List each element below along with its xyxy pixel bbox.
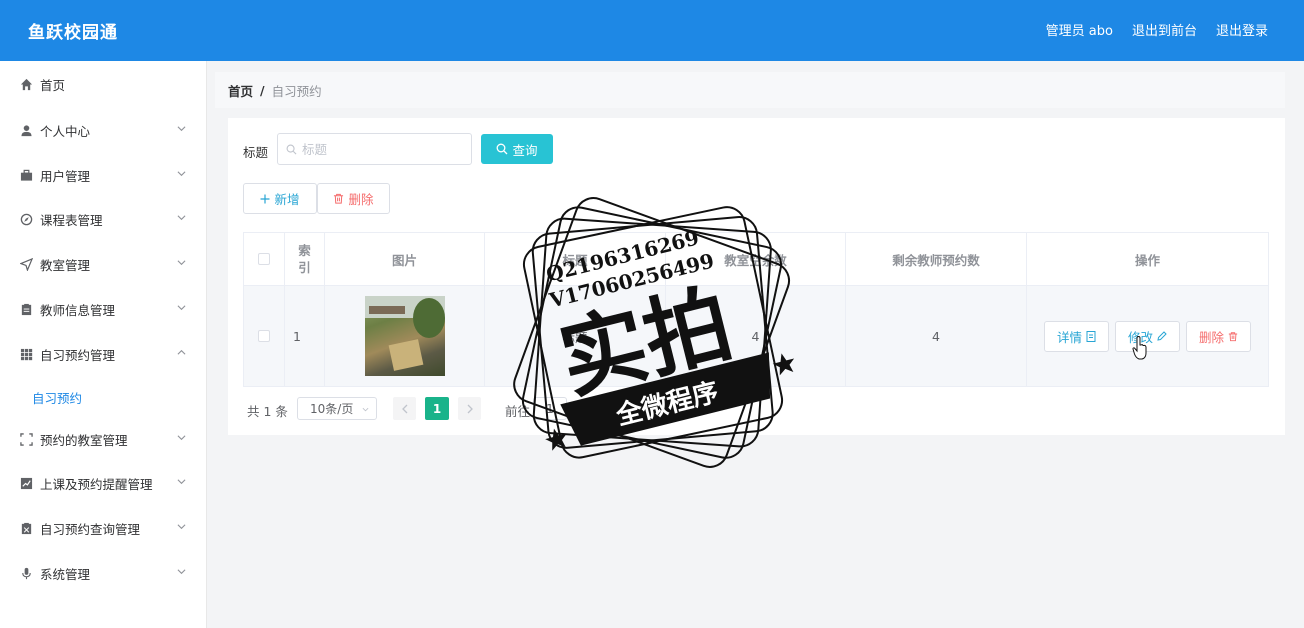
detail-button[interactable]: 详情 <box>1044 320 1109 352</box>
column-header-operations: 操作 <box>1134 252 1160 268</box>
sidebar-item-label: 课程表管理 <box>40 212 103 228</box>
chevron-down-icon <box>177 524 186 530</box>
search-icon <box>286 144 297 154</box>
grid-icon <box>19 347 33 361</box>
chevron-down-icon <box>177 126 186 132</box>
sidebar-item-home[interactable]: 首页 <box>0 69 207 99</box>
user-icon <box>19 123 33 137</box>
sidebar-item-label: 自习预约查询管理 <box>40 521 141 537</box>
search-label: 标题 <box>243 145 269 160</box>
column-header-teacher-remaining: 剩余教师预约数 <box>846 233 1027 285</box>
column-header-index: 索引 <box>285 233 325 285</box>
sidebar-item-booked-classroom[interactable]: 预约的教室管理 <box>0 424 207 454</box>
search-icon <box>497 143 508 155</box>
watermark-stamp: Q2196316269 V17060256499 实拍 全微程序 <box>513 197 795 468</box>
add-button-label: 新增 <box>274 192 300 207</box>
row-checkbox[interactable] <box>258 330 270 342</box>
row-delete-button[interactable]: 删除 <box>1186 320 1251 352</box>
header-select-all <box>244 233 285 285</box>
search-input-wrapper[interactable] <box>277 133 472 165</box>
breadcrumb-home[interactable]: 首页 <box>228 81 253 100</box>
chevron-right-icon <box>467 404 473 413</box>
sidebar-item-label: 首页 <box>40 77 66 93</box>
brand-title: 鱼跃校园通 <box>28 23 118 43</box>
sidebar-item-personal[interactable]: 个人中心 <box>0 115 207 145</box>
sidebar-item-booking-query[interactable]: 自习预约查询管理 <box>0 513 207 543</box>
plus-icon <box>260 194 270 203</box>
chevron-down-icon <box>177 171 186 177</box>
row-select <box>244 286 285 386</box>
detail-button-label: 详情 <box>1056 329 1082 345</box>
clipboard-icon <box>19 521 33 535</box>
cell-index: 1 <box>285 286 325 386</box>
sidebar-item-reminder[interactable]: 上课及预约提醒管理 <box>0 468 207 498</box>
pagination-total: 共 1 条 <box>247 404 288 419</box>
chevron-down-icon <box>177 260 186 266</box>
sidebar-item-classroom[interactable]: 教室管理 <box>0 249 207 279</box>
hand-pointer-icon <box>1132 336 1147 360</box>
page-size-value: 10条/页 <box>310 402 354 416</box>
header-links: 管理员 abo 退出到前台 退出登录 <box>1046 20 1268 39</box>
logout-link[interactable]: 退出登录 <box>1216 20 1268 39</box>
query-button[interactable]: 查询 <box>481 134 553 164</box>
prev-page-button[interactable] <box>393 397 416 420</box>
page-size-select[interactable]: 10条/页 <box>297 397 377 420</box>
trash-icon <box>1228 331 1238 341</box>
submenu-item-study-booking[interactable]: 自习预约 <box>32 388 82 407</box>
query-button-label: 查询 <box>512 142 538 158</box>
sidebar-item-teacher[interactable]: 教师信息管理 <box>0 294 207 324</box>
sidebar-item-system[interactable]: 系统管理 <box>0 558 207 588</box>
chevron-left-icon <box>401 404 407 413</box>
row-delete-label: 删除 <box>1198 329 1224 345</box>
sidebar-item-label: 上课及预约提醒管理 <box>40 476 153 492</box>
home-icon <box>19 77 33 91</box>
mic-icon <box>19 566 33 580</box>
pencil-icon <box>1157 331 1167 341</box>
briefcase-icon <box>19 168 33 182</box>
search-input[interactable] <box>302 141 462 157</box>
page-number-current[interactable]: 1 <box>425 397 449 420</box>
compass-icon <box>19 212 33 226</box>
sidebar-item-label: 系统管理 <box>40 566 91 582</box>
star-icon <box>772 353 795 376</box>
admin-user-label[interactable]: 管理员 abo <box>1046 20 1113 39</box>
chevron-down-icon <box>362 407 369 412</box>
sidebar-item-users[interactable]: 用户管理 <box>0 160 207 190</box>
clipboard-icon <box>19 302 33 316</box>
exit-to-front-link[interactable]: 退出到前台 <box>1132 20 1197 39</box>
cell-teacher-remaining: 4 <box>846 286 1027 386</box>
chevron-down-icon <box>177 305 186 311</box>
cell-image <box>325 286 485 386</box>
sidebar-item-label: 预约的教室管理 <box>40 432 128 448</box>
send-icon <box>19 257 33 271</box>
sidebar-item-label: 自习预约管理 <box>40 347 116 363</box>
add-button[interactable]: 新增 <box>243 183 317 214</box>
select-all-checkbox[interactable] <box>258 253 270 265</box>
sidebar: 首页 个人中心 用户管理 课程表管理 教室管理 教师信息管理 自习预约管理 自习… <box>0 61 207 628</box>
batch-delete-button[interactable]: 删除 <box>317 183 390 214</box>
top-header: 鱼跃校园通 管理员 abo 退出到前台 退出登录 <box>0 0 1304 61</box>
next-page-button[interactable] <box>458 397 481 420</box>
breadcrumb-separator: / <box>260 82 265 98</box>
batch-delete-label: 删除 <box>348 192 374 207</box>
breadcrumb: 首页 / 自习预约 <box>215 72 1285 108</box>
sidebar-item-label: 个人中心 <box>40 123 91 139</box>
sidebar-item-label: 用户管理 <box>40 168 91 184</box>
fullscreen-icon <box>19 432 33 446</box>
chevron-down-icon <box>177 435 186 441</box>
row-thumbnail-image[interactable] <box>364 296 445 376</box>
chevron-down-icon <box>177 479 186 485</box>
breadcrumb-current: 自习预约 <box>271 83 322 99</box>
sidebar-item-label: 教室管理 <box>40 257 91 273</box>
sidebar-item-label: 教师信息管理 <box>40 302 116 318</box>
chevron-down-icon <box>177 215 186 221</box>
document-icon <box>1086 330 1096 342</box>
trash-icon <box>334 193 344 204</box>
sidebar-item-schedule[interactable]: 课程表管理 <box>0 204 207 234</box>
chart-icon <box>19 476 33 490</box>
chevron-down-icon <box>177 569 186 575</box>
sidebar-item-study-booking[interactable]: 自习预约管理 <box>0 339 207 369</box>
column-header-image: 图片 <box>325 233 485 285</box>
chevron-up-icon <box>177 349 186 355</box>
